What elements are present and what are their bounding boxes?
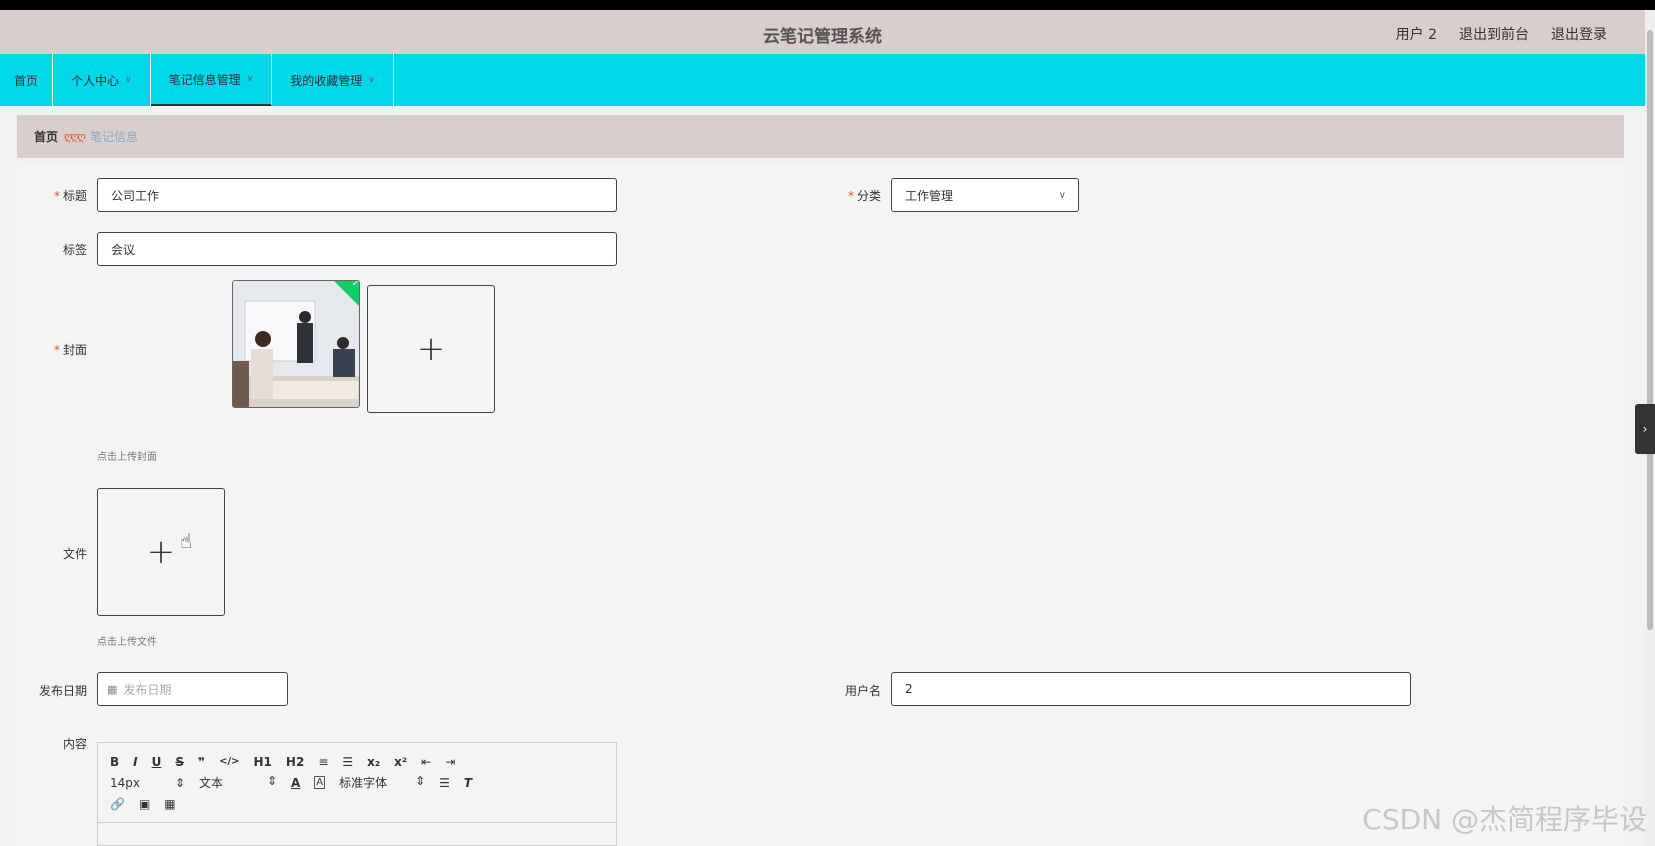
updown-icon: ⇕ [266, 774, 277, 788]
file-upload-button[interactable]: + [97, 488, 225, 616]
nav-item-home[interactable]: 首页 [0, 54, 54, 106]
check-icon: ✓ [351, 280, 360, 290]
indent-button[interactable]: ⇥ [445, 755, 455, 769]
chevron-right-icon: › [1642, 422, 1648, 436]
category-select[interactable]: 工作管理 ∨ [891, 178, 1079, 212]
side-panel-toggle[interactable]: › [1635, 404, 1655, 454]
chevron-down-icon: ∨ [368, 75, 375, 85]
clear-format-icon[interactable]: T [464, 776, 472, 790]
breadcrumb-current: 笔记信息 [89, 130, 138, 144]
file-upload-hint: 点击上传文件 [97, 637, 157, 648]
rich-text-editor[interactable]: B I U S ❞ </> H1 H2 ≡ ☰ x₂ x² ⇤ ⇥ 14px ⇕ … [97, 742, 617, 846]
font-family-select[interactable]: 标准字体 ⇕ [339, 774, 425, 791]
file-label: 文件 [62, 547, 87, 561]
cover-thumbnail[interactable]: ✓ [232, 280, 360, 408]
h1-button[interactable]: H1 [254, 755, 272, 769]
nav-item-note-management[interactable]: 笔记信息管理 ∨ [150, 54, 273, 106]
nav-item-label: 笔记信息管理 [168, 72, 241, 87]
username-input[interactable]: 2 [891, 672, 1411, 706]
window-top-bar [0, 0, 1655, 10]
header: 云笔记管理系统 用户 2 退出到前台 退出登录 [0, 10, 1645, 54]
username-label: 用户名 [844, 684, 881, 698]
paragraph-select[interactable]: 文本 ⇕ [199, 774, 277, 791]
updown-icon: ⇕ [415, 774, 426, 788]
breadcrumb-separator-icon: ღღღ [64, 130, 86, 143]
image-icon[interactable]: ▣ [139, 797, 150, 811]
watermark: CSDN @杰简程序毕设 [1362, 803, 1647, 836]
header-links: 用户 2 退出到前台 退出登录 [1396, 24, 1607, 44]
user-link[interactable]: 用户 2 [1396, 24, 1437, 44]
category-label: * 分类 [847, 189, 881, 203]
main-nav: 首页 个人中心 ∨ 笔记信息管理 ∨ 我的收藏管理 ∨ [0, 54, 1645, 106]
chevron-down-icon: ∨ [125, 75, 132, 85]
publish-date-picker[interactable]: ▦ 发布日期 [97, 672, 288, 706]
chevron-down-icon: ∨ [246, 74, 254, 84]
italic-button[interactable]: I [133, 755, 137, 769]
title-label: * 标题 [53, 189, 87, 203]
cover-upload-button[interactable]: + [367, 285, 495, 413]
content-label: 内容 [62, 737, 87, 751]
chevron-down-icon: ∨ [1058, 189, 1066, 201]
breadcrumb: 首页 ღღღ 笔记信息 [17, 115, 1624, 158]
background-color-icon[interactable]: A [314, 776, 326, 789]
h2-button[interactable]: H2 [286, 755, 304, 769]
publish-date-label: 发布日期 [38, 684, 87, 698]
logout-link[interactable]: 退出登录 [1551, 24, 1607, 44]
subscript-button[interactable]: x₂ [367, 755, 380, 769]
align-icon[interactable]: ☰ [439, 776, 450, 790]
video-icon[interactable]: ▦ [164, 797, 175, 811]
plus-icon: + [416, 329, 446, 369]
scrollbar-thumb[interactable] [1647, 30, 1653, 630]
code-block-button[interactable]: </> [219, 756, 239, 767]
hand-cursor-icon: ☝ [180, 529, 193, 553]
editor-toolbar: B I U S ❞ </> H1 H2 ≡ ☰ x₂ x² ⇤ ⇥ 14px ⇕ … [98, 743, 616, 823]
bold-button[interactable]: B [110, 755, 119, 769]
calendar-icon: ▦ [107, 682, 118, 696]
nav-item-label: 首页 [14, 73, 39, 88]
tag-input[interactable]: 会议 [97, 232, 617, 266]
nav-item-label: 个人中心 [71, 73, 120, 88]
strike-button[interactable]: S [175, 755, 184, 769]
nav-item-personal-center[interactable]: 个人中心 ∨ [53, 54, 151, 106]
blockquote-button[interactable]: ❞ [198, 755, 205, 769]
updown-icon: ⇕ [174, 775, 185, 790]
bullet-list-button[interactable]: ☰ [342, 755, 353, 769]
outdent-button[interactable]: ⇤ [421, 755, 431, 769]
link-icon[interactable]: 🔗 [110, 797, 125, 811]
back-to-front-link[interactable]: 退出到前台 [1459, 24, 1529, 44]
ordered-list-button[interactable]: ≡ [318, 755, 328, 769]
font-size-select[interactable]: 14px ⇕ [110, 776, 185, 790]
nav-item-label: 我的收藏管理 [290, 73, 363, 88]
underline-button[interactable]: U [152, 755, 162, 769]
nav-item-favorites-management[interactable]: 我的收藏管理 ∨ [272, 54, 394, 106]
plus-icon: + [146, 532, 176, 572]
cover-label: * 封面 [53, 343, 87, 357]
superscript-button[interactable]: x² [394, 755, 407, 769]
title-input[interactable]: 公司工作 [97, 178, 617, 212]
font-color-icon[interactable]: A [291, 776, 300, 790]
cover-upload-hint: 点击上传封面 [97, 452, 157, 463]
tag-label: 标签 [62, 243, 87, 257]
meeting-photo-image [233, 281, 359, 407]
breadcrumb-home[interactable]: 首页 [34, 128, 58, 145]
